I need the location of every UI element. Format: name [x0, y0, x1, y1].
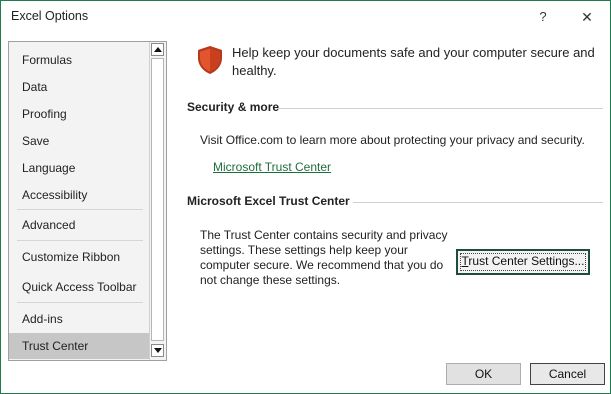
security-headline: Help keep your documents safe and your c…: [232, 45, 595, 78]
dialog-title: Excel Options: [11, 9, 89, 23]
sidebar-divider: [17, 240, 143, 241]
help-button[interactable]: ?: [531, 6, 555, 28]
trust-center-settings-label: Trust Center Settings...: [462, 254, 585, 268]
trust-center-description: The Trust Center contains security and p…: [200, 228, 448, 287]
cancel-button[interactable]: Cancel: [530, 363, 605, 385]
sidebar-list: Formulas Data Proofing Save Language Acc…: [9, 42, 149, 360]
microsoft-trust-center-link[interactable]: Microsoft Trust Center: [213, 160, 331, 174]
close-button[interactable]: ✕: [575, 6, 599, 28]
ok-button[interactable]: OK: [446, 363, 521, 385]
button-text: rust Center Settings...: [468, 254, 585, 268]
sidebar-item-trust-center[interactable]: Trust Center: [9, 333, 149, 359]
section-divider: [277, 108, 603, 109]
sidebar-item-advanced[interactable]: Advanced: [9, 212, 149, 238]
sidebar-item-add-ins[interactable]: Add-ins: [9, 306, 149, 332]
sidebar-item-data[interactable]: Data: [9, 74, 149, 100]
excel-options-dialog: Excel Options ? ✕ Formulas Data Proofing…: [0, 0, 611, 394]
security-description: Visit Office.com to learn more about pro…: [200, 133, 585, 147]
scroll-thumb[interactable]: [151, 58, 164, 341]
arrow-down-icon: [154, 348, 162, 353]
section-heading-trust-center: Microsoft Excel Trust Center: [187, 194, 350, 208]
arrow-up-icon: [154, 47, 162, 52]
section-heading-security: Security & more: [187, 100, 280, 114]
sidebar-item-save[interactable]: Save: [9, 128, 149, 154]
sidebar-scrollbar[interactable]: [149, 42, 165, 360]
options-sidebar: Formulas Data Proofing Save Language Acc…: [8, 41, 167, 361]
sidebar-item-quick-access-toolbar[interactable]: Quick Access Toolbar: [9, 274, 149, 300]
sidebar-item-accessibility[interactable]: Accessibility: [9, 182, 149, 208]
section-divider: [353, 202, 603, 203]
sidebar-item-customize-ribbon[interactable]: Customize Ribbon: [9, 244, 149, 270]
trust-center-settings-button[interactable]: Trust Center Settings...: [456, 249, 590, 275]
sidebar-item-language[interactable]: Language: [9, 155, 149, 181]
sidebar-divider: [17, 209, 143, 210]
sidebar-divider: [17, 302, 143, 303]
shield-icon: [198, 46, 222, 74]
scroll-up-button[interactable]: [151, 43, 164, 56]
sidebar-item-formulas[interactable]: Formulas: [9, 47, 149, 73]
sidebar-item-proofing[interactable]: Proofing: [9, 101, 149, 127]
scroll-down-button[interactable]: [151, 344, 164, 357]
